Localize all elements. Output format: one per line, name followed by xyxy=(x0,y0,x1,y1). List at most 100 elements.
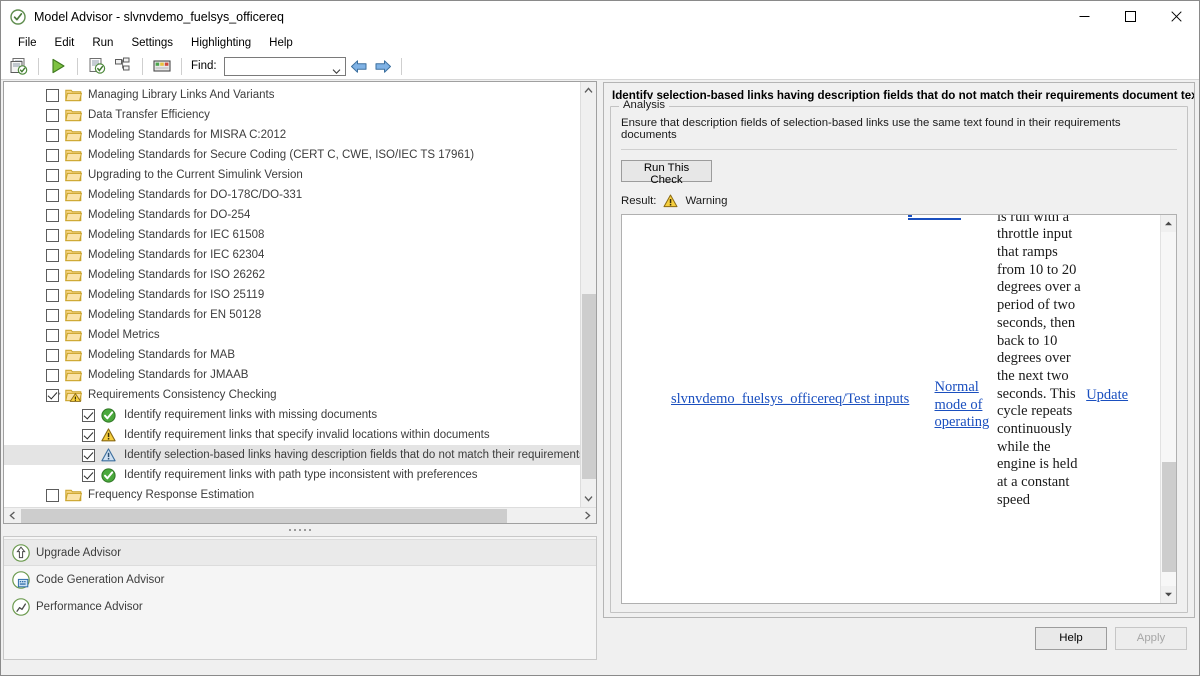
menu-highlighting[interactable]: Highlighting xyxy=(182,35,260,51)
tree-item-checkbox[interactable] xyxy=(46,369,59,382)
analysis-groupbox: Analysis Ensure that description fields … xyxy=(610,106,1188,613)
report-icon[interactable] xyxy=(85,55,109,77)
menu-help[interactable]: Help xyxy=(260,35,302,51)
folder-icon xyxy=(65,127,82,143)
tree-item-checkbox[interactable] xyxy=(46,289,59,302)
maximize-button[interactable] xyxy=(1107,1,1153,32)
toolbar: Find: xyxy=(1,53,1199,80)
tree-item-checkbox[interactable] xyxy=(82,409,95,422)
tree-scroll-thumb[interactable] xyxy=(582,294,596,479)
chevron-down-icon[interactable] xyxy=(332,63,341,72)
tree-item-checkbox[interactable] xyxy=(46,209,59,222)
advisor-item[interactable]: Upgrade Advisor xyxy=(4,539,596,566)
advisor-item[interactable]: Code Generation Advisor xyxy=(4,566,596,593)
menu-run[interactable]: Run xyxy=(83,35,122,51)
tree-scroll-area: Managing Library Links And VariantsData … xyxy=(4,82,596,507)
advisor-item[interactable]: Performance Advisor xyxy=(4,593,596,620)
tree-item[interactable]: Modeling Standards for IEC 61508 xyxy=(4,225,580,245)
menu-edit[interactable]: Edit xyxy=(46,35,84,51)
find-previous-button[interactable] xyxy=(348,55,370,77)
check-tree[interactable]: Managing Library Links And VariantsData … xyxy=(4,82,580,507)
scroll-right-button[interactable] xyxy=(579,508,596,524)
tree-item-checkbox[interactable] xyxy=(46,109,59,122)
advisor-list-panel[interactable]: Upgrade AdvisorCode Generation AdvisorPe… xyxy=(3,536,597,660)
tree-item[interactable]: Modeling Standards for JMAAB xyxy=(4,365,580,385)
help-button[interactable]: Help xyxy=(1035,627,1107,650)
tree-item[interactable]: Upgrading to the Current Simulink Versio… xyxy=(4,165,580,185)
tree-item[interactable]: Identify requirement links with path typ… xyxy=(4,465,580,485)
find-next-button[interactable] xyxy=(372,55,394,77)
tree-item-checkbox[interactable] xyxy=(46,189,59,202)
tree-item-checkbox[interactable] xyxy=(82,449,95,462)
tree-item-checkbox[interactable] xyxy=(82,429,95,442)
tree-item-checkbox[interactable] xyxy=(46,389,59,402)
tree-item[interactable]: Modeling Standards for ISO 25119 xyxy=(4,285,580,305)
minimize-button[interactable] xyxy=(1061,1,1107,32)
tree-item-label: Model Metrics xyxy=(88,329,160,341)
result-vertical-scrollbar[interactable] xyxy=(1160,215,1176,603)
scroll-down-button[interactable] xyxy=(581,490,597,507)
tree-item[interactable]: Modeling Standards for MAB xyxy=(4,345,580,365)
apply-button[interactable]: Apply xyxy=(1115,627,1187,650)
tree-item-checkbox[interactable] xyxy=(46,269,59,282)
reset-checks-icon[interactable] xyxy=(7,55,31,77)
close-button[interactable] xyxy=(1153,1,1199,32)
panel-splitter[interactable] xyxy=(1,524,599,536)
tree-item[interactable]: Requirements Consistency Checking xyxy=(4,385,580,405)
page-title: Identify selection-based links having de… xyxy=(604,83,1194,106)
performance-advisor-icon xyxy=(12,598,30,616)
tree-item-checkbox[interactable] xyxy=(46,129,59,142)
tree-item[interactable]: Identify requirement links that specify … xyxy=(4,425,580,445)
tree-item-checkbox[interactable] xyxy=(46,349,59,362)
mode-link[interactable]: Normal mode of operating xyxy=(935,379,990,430)
tree-item-checkbox[interactable] xyxy=(46,229,59,242)
tree-horizontal-scrollbar[interactable] xyxy=(4,507,596,523)
analysis-legend: Analysis xyxy=(619,99,669,111)
menu-file[interactable]: File xyxy=(9,35,46,51)
result-scroll-track[interactable] xyxy=(1161,232,1177,586)
model-hierarchy-icon[interactable] xyxy=(111,55,135,77)
result-scroll-thumb[interactable] xyxy=(1162,462,1176,572)
scroll-up-button[interactable] xyxy=(581,82,597,99)
view-report-icon[interactable] xyxy=(150,55,174,77)
tree-item-label: Identify requirement links with missing … xyxy=(124,409,377,421)
tree-item[interactable]: Modeling Standards for Secure Coding (CE… xyxy=(4,145,580,165)
tree-item[interactable]: Model Metrics xyxy=(4,325,580,345)
tree-item-checkbox[interactable] xyxy=(46,309,59,322)
tree-item-checkbox[interactable] xyxy=(46,149,59,162)
tree-vertical-scrollbar[interactable] xyxy=(580,82,596,507)
tree-item-checkbox[interactable] xyxy=(46,169,59,182)
tree-item[interactable]: Modeling Standards for EN 50128 xyxy=(4,305,580,325)
tree-item[interactable]: Data Transfer Efficiency xyxy=(4,105,580,125)
tree-item[interactable]: Identify selection-based links having de… xyxy=(4,445,580,465)
tree-hscroll-track[interactable] xyxy=(21,508,579,524)
tree-item[interactable]: Managing Library Links And Variants xyxy=(4,85,580,105)
result-scroll-up-button[interactable] xyxy=(1161,215,1177,232)
run-icon[interactable] xyxy=(46,55,70,77)
toolbar-separator xyxy=(142,58,143,75)
result-scroll-down-button[interactable] xyxy=(1161,586,1177,603)
tree-item-checkbox[interactable] xyxy=(46,329,59,342)
tree-item[interactable]: Modeling Standards for ISO 26262 xyxy=(4,265,580,285)
tree-item-label: Upgrading to the Current Simulink Versio… xyxy=(88,169,303,181)
tree-item-checkbox[interactable] xyxy=(46,249,59,262)
source-block-link[interactable]: slvnvdemo_fuelsys_officereq/Test inputs xyxy=(671,391,909,407)
tree-item-checkbox[interactable] xyxy=(82,469,95,482)
tree-item[interactable]: Modeling Standards for DO-254 xyxy=(4,205,580,225)
tree-hscroll-thumb[interactable] xyxy=(21,509,507,523)
scroll-left-button[interactable] xyxy=(4,508,21,524)
status-badge: Warning xyxy=(685,195,727,207)
run-this-check-button[interactable]: Run This Check xyxy=(621,160,712,182)
find-input[interactable] xyxy=(225,59,325,74)
tree-item[interactable]: Identify requirement links with missing … xyxy=(4,405,580,425)
tree-item-checkbox[interactable] xyxy=(46,489,59,502)
tree-item-checkbox[interactable] xyxy=(46,89,59,102)
find-combobox[interactable] xyxy=(224,57,346,76)
tree-item[interactable]: Modeling Standards for MISRA C:2012 xyxy=(4,125,580,145)
update-link[interactable]: Update xyxy=(1086,387,1128,403)
menu-settings[interactable]: Settings xyxy=(122,35,182,51)
tree-item[interactable]: Frequency Response Estimation xyxy=(4,485,580,505)
tree-scroll-track[interactable] xyxy=(581,99,597,490)
tree-item[interactable]: Modeling Standards for IEC 62304 xyxy=(4,245,580,265)
tree-item[interactable]: Modeling Standards for DO-178C/DO-331 xyxy=(4,185,580,205)
